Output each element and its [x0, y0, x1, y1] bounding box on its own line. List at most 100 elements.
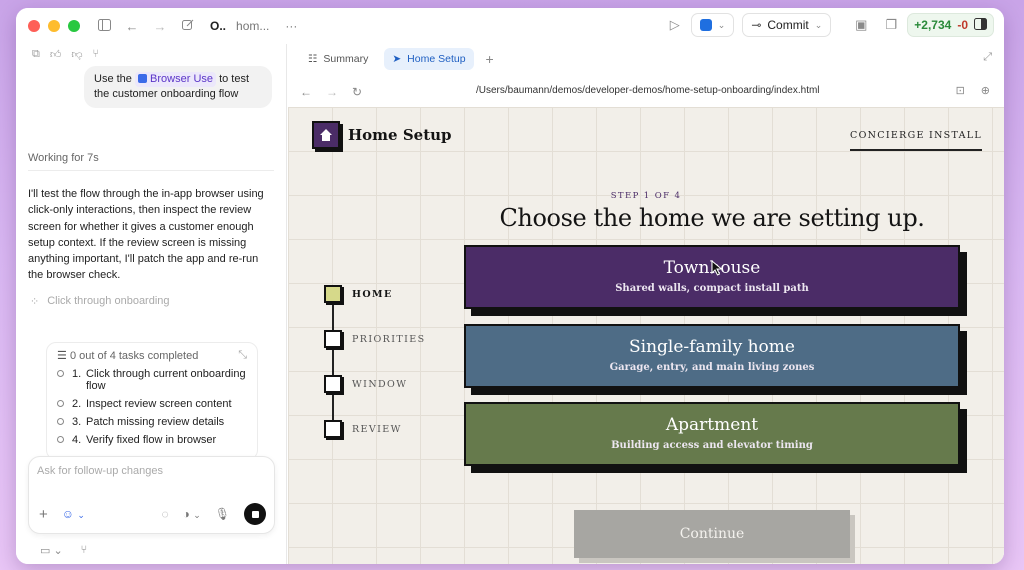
message-actions: ⧉ 👍︎ 👎︎ ⑂	[32, 48, 99, 61]
chevron-down-icon: ⌄	[814, 19, 823, 30]
rail-line	[332, 295, 334, 431]
concierge-link[interactable]: CONCIERGE INSTALL	[850, 130, 982, 151]
assistant-response: I'll test the flow through the in-app br…	[28, 188, 264, 282]
tasks-summary: ☰ 0 out of 4 tasks completed	[57, 349, 198, 362]
expand-icon[interactable]: ⤢	[983, 51, 992, 64]
tab-label: Summary	[323, 53, 369, 65]
rail-step-priorities[interactable]: PRIORITIES	[324, 330, 426, 348]
tasks-summary-label: 0 out of 4 tasks completed	[69, 350, 199, 362]
grid-icon: ⁘	[30, 296, 40, 308]
rail-step-label: WINDOW	[352, 378, 408, 390]
composer: + ☺ ⌄ ◌ ◑ ⌄ 🎙︎	[28, 456, 275, 534]
url-actions: ⊡ ⊕	[956, 84, 990, 97]
checklist-icon: ☰	[57, 350, 67, 362]
commit-icon: ⊸	[751, 18, 762, 32]
reasoning-picker[interactable]: ◑ ⌄	[183, 507, 201, 521]
thumbs-down-icon[interactable]: 👎︎	[71, 48, 82, 61]
deletions-count: -0	[957, 18, 968, 32]
thumbs-up-icon[interactable]: 👍︎	[50, 48, 62, 61]
reload-icon[interactable]: ↻	[352, 85, 362, 99]
task-item: 2. Inspect review screen content	[57, 398, 247, 410]
sidebar-toggle-icon[interactable]	[96, 18, 112, 34]
task-number: 2.	[72, 398, 82, 410]
task-label: Patch missing review details	[86, 416, 225, 428]
collapse-icon[interactable]: ⤡	[238, 349, 247, 362]
maximize-window-button[interactable]	[68, 20, 80, 32]
back-arrow-icon[interactable]: ←	[300, 85, 312, 99]
copy-icon[interactable]: ❐	[883, 17, 899, 33]
chevron-down-icon: ⌄	[193, 510, 201, 520]
tab-home-setup[interactable]: ➤ Home Setup	[384, 48, 474, 70]
current-step: ⁘ Click through onboarding	[30, 295, 170, 308]
brand[interactable]: Home Setup	[312, 121, 452, 149]
back-arrow-icon[interactable]: ←	[124, 19, 140, 34]
forward-arrow-icon[interactable]: →	[152, 19, 168, 34]
forward-arrow-icon[interactable]: →	[326, 85, 338, 99]
window-controls	[28, 20, 80, 32]
rail-step-window[interactable]: WINDOW	[324, 375, 407, 393]
step-checkbox-active	[324, 285, 342, 303]
project-title[interactable]: O..	[210, 19, 226, 33]
task-number: 1.	[72, 368, 82, 380]
task-number: 4.	[72, 434, 82, 446]
tab-label: Home Setup	[407, 53, 466, 65]
follow-up-input[interactable]	[37, 465, 257, 477]
task-list: ☰ 0 out of 4 tasks completed ⤡ 1. Click …	[46, 342, 258, 460]
current-step-label: Click through onboarding	[47, 295, 170, 307]
option-description: Building access and elevator timing	[611, 440, 813, 451]
new-tab-button[interactable]: +	[486, 51, 494, 67]
option-title: Single-family home	[629, 337, 795, 357]
editor-picker[interactable]: ⌄	[690, 13, 735, 37]
commit-label: Commit	[767, 18, 809, 32]
option-single-family-home[interactable]: Single-family home Garage, entry, and ma…	[464, 324, 960, 388]
mouse-cursor-icon	[711, 259, 723, 281]
tab-summary[interactable]: ☷ Summary	[300, 48, 376, 70]
cursor-icon: ➤	[392, 53, 402, 65]
task-label: Click through current onboarding flow	[86, 368, 246, 392]
branch-icon[interactable]: ⑂	[93, 48, 100, 61]
url-bar: ← → ↻ /Users/baumann/demos/developer-dem…	[288, 80, 1004, 104]
web-page: Home Setup CONCIERGE INSTALL STEP 1 OF 4…	[288, 107, 1004, 564]
pending-icon	[57, 418, 64, 425]
stop-button[interactable]	[244, 503, 266, 525]
screenshot-icon[interactable]: ⊡	[956, 84, 965, 97]
working-status[interactable]: Working for 7s	[28, 152, 99, 164]
user-message: Use the Browser Use to test the customer…	[84, 66, 272, 108]
composer-toolbar: + ☺ ⌄ ◌ ◑ ⌄ 🎙︎	[39, 503, 266, 525]
compose-icon[interactable]	[180, 19, 196, 34]
share-icon[interactable]: ⊕	[981, 84, 990, 97]
browser-icon	[137, 74, 147, 83]
model-picker[interactable]: ☺ ⌄	[62, 507, 85, 521]
add-icon[interactable]: +	[39, 506, 48, 523]
step-indicator: STEP 1 OF 4	[610, 191, 682, 201]
more-options-icon[interactable]: ···	[285, 19, 297, 33]
close-window-button[interactable]	[28, 20, 40, 32]
panel-toggle-icon[interactable]	[974, 17, 987, 33]
title-bar: ← → O.. hom... ··· ▷ ⌄ ⊸ Commit ⌄ ▣ ❐ +2…	[16, 8, 1004, 44]
copy-icon[interactable]: ⧉	[32, 48, 40, 61]
option-apartment[interactable]: Apartment Building access and elevator t…	[464, 402, 960, 466]
laptop-icon[interactable]: ▭ ⌄	[40, 544, 63, 557]
pending-icon	[57, 436, 64, 443]
url-text[interactable]: /Users/baumann/demos/developer-demos/hom…	[476, 85, 820, 96]
run-icon[interactable]: ▷	[667, 17, 683, 33]
minimize-window-button[interactable]	[48, 20, 60, 32]
step-checkbox	[324, 330, 342, 348]
microphone-icon[interactable]: 🎙︎	[215, 507, 230, 521]
rail-step-home[interactable]: HOME	[324, 285, 393, 303]
thread-title[interactable]: hom...	[236, 19, 269, 33]
step-checkbox	[324, 375, 342, 393]
browser-use-chip[interactable]: Browser Use	[134, 72, 217, 87]
terminal-icon[interactable]: ▣	[853, 17, 869, 33]
option-description: Shared walls, compact install path	[615, 283, 809, 294]
task-number: 3.	[72, 416, 82, 428]
branch-icon[interactable]: ⑂	[81, 544, 88, 557]
commit-button[interactable]: ⊸ Commit ⌄	[742, 13, 832, 37]
task-list-header: ☰ 0 out of 4 tasks completed ⤡	[57, 349, 247, 362]
rail-step-review[interactable]: REVIEW	[324, 420, 402, 438]
task-label: Verify fixed flow in browser	[86, 434, 217, 446]
option-title: Apartment	[665, 415, 759, 435]
pending-icon	[57, 370, 64, 377]
diff-summary[interactable]: +2,734 -0	[907, 13, 994, 37]
continue-button[interactable]: Continue	[574, 510, 850, 558]
